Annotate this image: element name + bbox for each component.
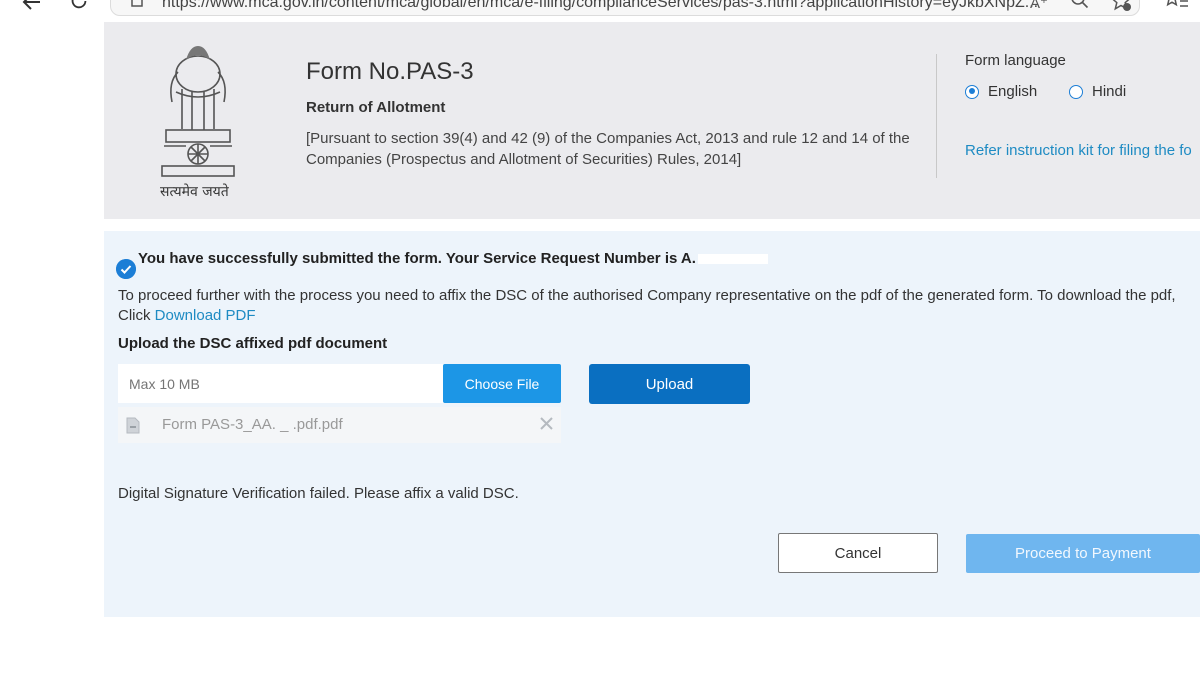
- search-icon[interactable]: [1070, 0, 1090, 10]
- download-pdf-link[interactable]: Download PDF: [155, 307, 256, 324]
- form-title: Form No.PAS-3: [306, 58, 474, 85]
- success-check-icon: [116, 259, 136, 279]
- header-divider: [936, 54, 937, 178]
- success-message: You have successfully submitted the form…: [138, 250, 768, 267]
- favorites-icon[interactable]: [1165, 0, 1189, 12]
- uploaded-file-item: Form PAS-3_AA. _ .pdf.pdf: [118, 407, 561, 443]
- language-option-label: Hindi: [1092, 83, 1127, 100]
- choose-file-button[interactable]: Choose File: [443, 364, 561, 403]
- proceed-to-payment-button[interactable]: Proceed to Payment: [966, 534, 1200, 573]
- read-aloud-icon[interactable]: A⁺: [1030, 0, 1048, 12]
- form-language-label: Form language: [965, 52, 1066, 69]
- close-icon[interactable]: [540, 417, 553, 430]
- cancel-button[interactable]: Cancel: [778, 533, 938, 573]
- form-subtitle: Return of Allotment: [306, 99, 446, 116]
- upload-dsc-label: Upload the DSC affixed pdf document: [118, 335, 388, 352]
- language-radio-hindi[interactable]: Hindi: [1069, 83, 1126, 100]
- radio-selected-icon[interactable]: [965, 84, 979, 99]
- site-info-icon[interactable]: [130, 0, 144, 8]
- uploaded-file-name: Form PAS-3_AA. _ .pdf.pdf: [162, 416, 343, 433]
- back-arrow-icon[interactable]: [20, 0, 44, 14]
- emblem-caption: सत्यमेव जयते: [160, 184, 229, 200]
- dsc-error-message: Digital Signature Verification failed. P…: [118, 485, 519, 502]
- file-input[interactable]: [118, 364, 444, 403]
- proceed-instructions: To proceed further with the process you …: [118, 287, 1176, 324]
- upload-button[interactable]: Upload: [589, 364, 750, 404]
- national-emblem-icon: [161, 46, 235, 177]
- browser-toolbar: https://www.mca.gov.in/content/mca/globa…: [0, 0, 1200, 18]
- file-icon: [126, 417, 140, 434]
- reload-icon[interactable]: [68, 0, 90, 12]
- add-favorite-icon[interactable]: [1110, 0, 1132, 12]
- form-description: [Pursuant to section 39(4) and 42 (9) of…: [306, 130, 910, 168]
- instruction-kit-link[interactable]: Refer instruction kit for filing the fo: [965, 142, 1192, 159]
- submission-panel: You have successfully submitted the form…: [104, 231, 1200, 617]
- language-radio-english[interactable]: English: [965, 83, 1037, 100]
- redacted-request-number: [697, 254, 768, 265]
- url-text[interactable]: https://www.mca.gov.in/content/mca/globa…: [162, 0, 1038, 12]
- language-option-label: English: [988, 83, 1038, 100]
- form-header: सत्यमेव जयते Form No.PAS-3 Return of All…: [104, 22, 1200, 219]
- radio-unselected-icon[interactable]: [1069, 84, 1083, 99]
